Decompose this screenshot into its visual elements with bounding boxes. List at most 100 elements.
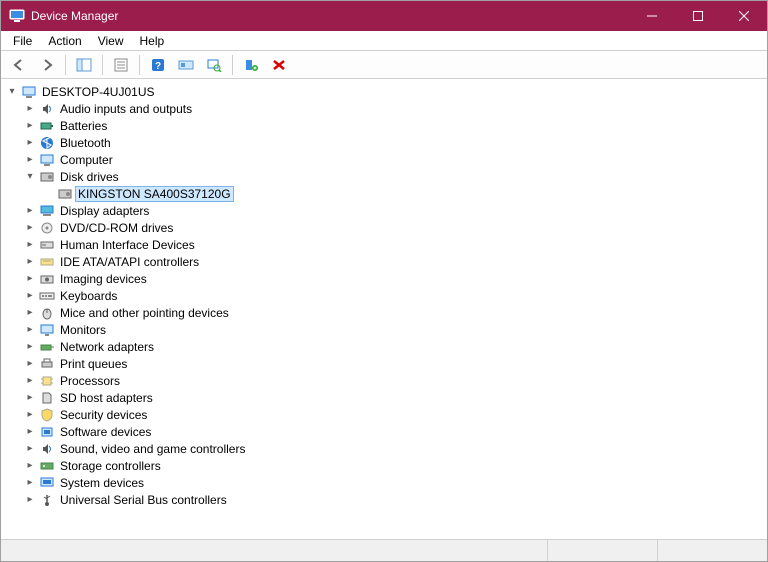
chevron-right-icon[interactable]: ▸: [23, 289, 37, 303]
show-console-tree-button[interactable]: [72, 54, 96, 76]
menu-help[interactable]: Help: [132, 32, 173, 50]
menu-action[interactable]: Action: [40, 32, 89, 50]
forward-button[interactable]: [35, 54, 59, 76]
monitor-icon: [39, 322, 55, 338]
disk-drive-icon: [57, 186, 73, 202]
toolbar: ?: [1, 51, 767, 79]
update-driver-button[interactable]: [174, 54, 198, 76]
mouse-icon: [39, 305, 55, 321]
tree-item-sound[interactable]: ▸ Sound, video and game controllers: [21, 440, 765, 457]
toolbar-separator: [139, 55, 140, 75]
printer-icon: [39, 356, 55, 372]
controller-icon: [39, 254, 55, 270]
close-button[interactable]: [721, 1, 767, 31]
system-device-icon: [39, 475, 55, 491]
chevron-right-icon[interactable]: ▸: [23, 374, 37, 388]
status-cell: [547, 540, 657, 561]
back-button[interactable]: [7, 54, 31, 76]
storage-controller-icon: [39, 458, 55, 474]
chevron-right-icon[interactable]: ▸: [23, 272, 37, 286]
scan-hardware-button[interactable]: [202, 54, 226, 76]
chevron-right-icon[interactable]: ▸: [23, 442, 37, 456]
computer-root-icon: [21, 84, 37, 100]
network-adapter-icon: [39, 339, 55, 355]
chevron-right-icon[interactable]: ▸: [23, 425, 37, 439]
chevron-right-icon[interactable]: ▸: [23, 153, 37, 167]
chevron-right-icon[interactable]: ▸: [23, 357, 37, 371]
svg-text:?: ?: [155, 61, 161, 72]
chevron-right-icon[interactable]: ▸: [23, 102, 37, 116]
tree-item-sd-host[interactable]: ▸ SD host adapters: [21, 389, 765, 406]
speaker-icon: [39, 441, 55, 457]
optical-drive-icon: [39, 220, 55, 236]
usb-icon: [39, 492, 55, 508]
chevron-down-icon[interactable]: ▾: [5, 85, 19, 99]
maximize-button[interactable]: [675, 1, 721, 31]
menu-bar: File Action View Help: [1, 31, 767, 51]
tree-item-batteries[interactable]: ▸ Batteries: [21, 117, 765, 134]
chevron-right-icon[interactable]: ▸: [23, 119, 37, 133]
sd-card-icon: [39, 390, 55, 406]
tree-item-mice[interactable]: ▸ Mice and other pointing devices: [21, 304, 765, 321]
tree-item-dvd[interactable]: ▸ DVD/CD-ROM drives: [21, 219, 765, 236]
camera-icon: [39, 271, 55, 287]
app-icon: [9, 8, 25, 24]
menu-view[interactable]: View: [90, 32, 132, 50]
chevron-right-icon[interactable]: ▸: [23, 391, 37, 405]
chevron-right-icon[interactable]: ▸: [23, 459, 37, 473]
device-tree-pane[interactable]: ▾ DESKTOP-4UJ01US ▸ Audio inputs and out…: [1, 79, 767, 539]
tree-item-hid[interactable]: ▸ Human Interface Devices: [21, 236, 765, 253]
chevron-right-icon[interactable]: ▸: [23, 408, 37, 422]
tree-item-bluetooth[interactable]: ▸ Bluetooth: [21, 134, 765, 151]
window-title: Device Manager: [31, 9, 629, 23]
help-button[interactable]: ?: [146, 54, 170, 76]
tree-root-label: DESKTOP-4UJ01US: [39, 84, 157, 100]
chevron-right-icon[interactable]: ▸: [23, 493, 37, 507]
tree-item-network[interactable]: ▸ Network adapters: [21, 338, 765, 355]
uninstall-device-button[interactable]: [239, 54, 263, 76]
chevron-right-icon[interactable]: ▸: [23, 255, 37, 269]
tree-item-disk-kingston[interactable]: ▸ KINGSTON SA400S37120G: [39, 185, 765, 202]
status-cell: [657, 540, 767, 561]
tree-item-security[interactable]: ▸ Security devices: [21, 406, 765, 423]
tree-item-usb[interactable]: ▸ Universal Serial Bus controllers: [21, 491, 765, 508]
software-device-icon: [39, 424, 55, 440]
tree-root[interactable]: ▾ DESKTOP-4UJ01US: [3, 83, 765, 100]
tree-item-monitors[interactable]: ▸ Monitors: [21, 321, 765, 338]
tree-item-computer[interactable]: ▸ Computer: [21, 151, 765, 168]
properties-button[interactable]: [109, 54, 133, 76]
tree-item-print-queues[interactable]: ▸ Print queues: [21, 355, 765, 372]
chevron-right-icon[interactable]: ▸: [23, 136, 37, 150]
chevron-right-icon[interactable]: ▸: [23, 340, 37, 354]
disable-device-button[interactable]: [267, 54, 291, 76]
chevron-down-icon[interactable]: ▾: [23, 170, 37, 184]
tree-item-storage-controllers[interactable]: ▸ Storage controllers: [21, 457, 765, 474]
menu-file[interactable]: File: [5, 32, 40, 50]
chevron-right-icon[interactable]: ▸: [23, 323, 37, 337]
title-bar: Device Manager: [1, 1, 767, 31]
tree-item-audio[interactable]: ▸ Audio inputs and outputs: [21, 100, 765, 117]
tree-item-imaging[interactable]: ▸ Imaging devices: [21, 270, 765, 287]
chevron-right-icon[interactable]: ▸: [23, 221, 37, 235]
tree-item-system[interactable]: ▸ System devices: [21, 474, 765, 491]
chevron-right-icon[interactable]: ▸: [23, 476, 37, 490]
tree-item-ide[interactable]: ▸ IDE ATA/ATAPI controllers: [21, 253, 765, 270]
keyboard-icon: [39, 288, 55, 304]
tree-item-display[interactable]: ▸ Display adapters: [21, 202, 765, 219]
tree-item-processors[interactable]: ▸ Processors: [21, 372, 765, 389]
disk-drive-icon: [39, 169, 55, 185]
chevron-right-icon[interactable]: ▸: [23, 306, 37, 320]
status-cell: [1, 540, 547, 561]
tree-item-software[interactable]: ▸ Software devices: [21, 423, 765, 440]
display-adapter-icon: [39, 203, 55, 219]
chevron-right-icon[interactable]: ▸: [23, 238, 37, 252]
toolbar-separator: [65, 55, 66, 75]
cpu-icon: [39, 373, 55, 389]
hid-icon: [39, 237, 55, 253]
minimize-button[interactable]: [629, 1, 675, 31]
chevron-right-icon[interactable]: ▸: [23, 204, 37, 218]
toolbar-separator: [232, 55, 233, 75]
tree-item-keyboards[interactable]: ▸ Keyboards: [21, 287, 765, 304]
monitor-icon: [39, 152, 55, 168]
tree-item-disk-drives[interactable]: ▾ Disk drives: [21, 168, 765, 185]
